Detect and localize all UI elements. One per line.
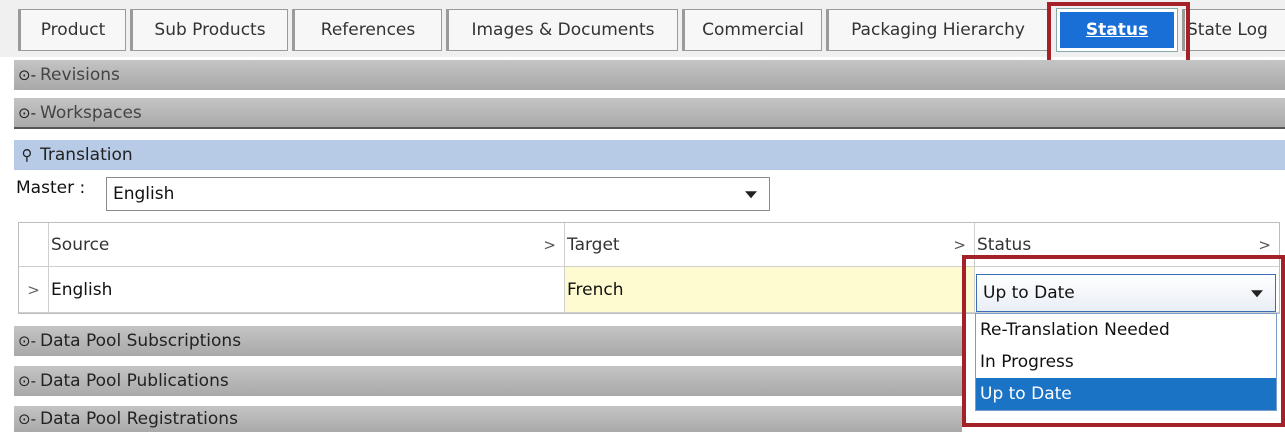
chevron-down-icon — [1251, 290, 1263, 298]
expand-icon: ⊙- — [18, 332, 36, 350]
row-header-corner — [19, 223, 49, 267]
tab-state-log[interactable]: State Log — [1182, 9, 1285, 51]
section-dp-subscriptions-label: Data Pool Subscriptions — [40, 331, 242, 351]
tab-packaging-hierarchy[interactable]: Packaging Hierarchy — [826, 9, 1048, 51]
section-data-pool-publications[interactable]: ⊙- Data Pool Publications — [14, 366, 962, 396]
status-select-value: Up to Date — [983, 283, 1075, 303]
section-translation-label: Translation — [40, 145, 133, 165]
master-language-select[interactable]: English — [106, 177, 770, 211]
section-dp-publications-label: Data Pool Publications — [40, 371, 229, 391]
option-in-progress[interactable]: In Progress — [976, 346, 1276, 378]
master-label: Master : — [16, 178, 86, 198]
section-workspaces[interactable]: ⊙- Workspaces — [14, 98, 1285, 128]
chevron-down-icon — [745, 191, 757, 199]
column-header-target[interactable]: Target > — [565, 223, 975, 267]
tab-references[interactable]: References — [292, 9, 442, 51]
expand-icon: ⊙- — [18, 372, 36, 390]
status-select[interactable]: Up to Date — [976, 274, 1276, 312]
section-revisions[interactable]: ⊙- Revisions — [14, 60, 1285, 90]
chevron-right-icon: > — [1258, 235, 1271, 254]
column-header-status[interactable]: Status > — [975, 223, 1279, 267]
section-translation[interactable]: ⚲ Translation — [14, 140, 1285, 170]
section-dp-registrations-label: Data Pool Registrations — [40, 409, 238, 429]
expand-icon: ⊙- — [18, 410, 36, 428]
chevron-right-icon: > — [953, 235, 966, 254]
cell-target[interactable]: French — [565, 267, 975, 313]
divider — [14, 127, 1285, 129]
column-header-source[interactable]: Source > — [49, 223, 565, 267]
status-options-list: Re-Translation Needed In Progress Up to … — [975, 313, 1277, 411]
expand-icon: ⊙- — [18, 104, 36, 122]
option-up-to-date[interactable]: Up to Date — [976, 378, 1276, 410]
expand-icon: ⊙- — [18, 66, 36, 84]
tab-status[interactable]: Status — [1057, 9, 1177, 51]
section-data-pool-subscriptions[interactable]: ⊙- Data Pool Subscriptions — [14, 326, 962, 356]
section-revisions-label: Revisions — [40, 65, 120, 85]
tab-images-documents[interactable]: Images & Documents — [446, 9, 678, 51]
tab-bar: Product Sub Products References Images &… — [0, 0, 1285, 57]
tab-commercial[interactable]: Commercial — [682, 9, 822, 51]
option-re-translation-needed[interactable]: Re-Translation Needed — [976, 314, 1276, 346]
tab-product[interactable]: Product — [18, 9, 126, 51]
collapse-icon: ⚲ — [21, 146, 33, 164]
chevron-right-icon: > — [543, 235, 556, 254]
tab-sub-products[interactable]: Sub Products — [130, 9, 288, 51]
section-data-pool-registrations[interactable]: ⊙- Data Pool Registrations — [14, 406, 962, 432]
section-workspaces-label: Workspaces — [40, 103, 142, 123]
master-language-value: English — [113, 184, 175, 204]
row-expand-icon[interactable]: > — [19, 267, 49, 313]
cell-source[interactable]: English — [49, 267, 565, 313]
